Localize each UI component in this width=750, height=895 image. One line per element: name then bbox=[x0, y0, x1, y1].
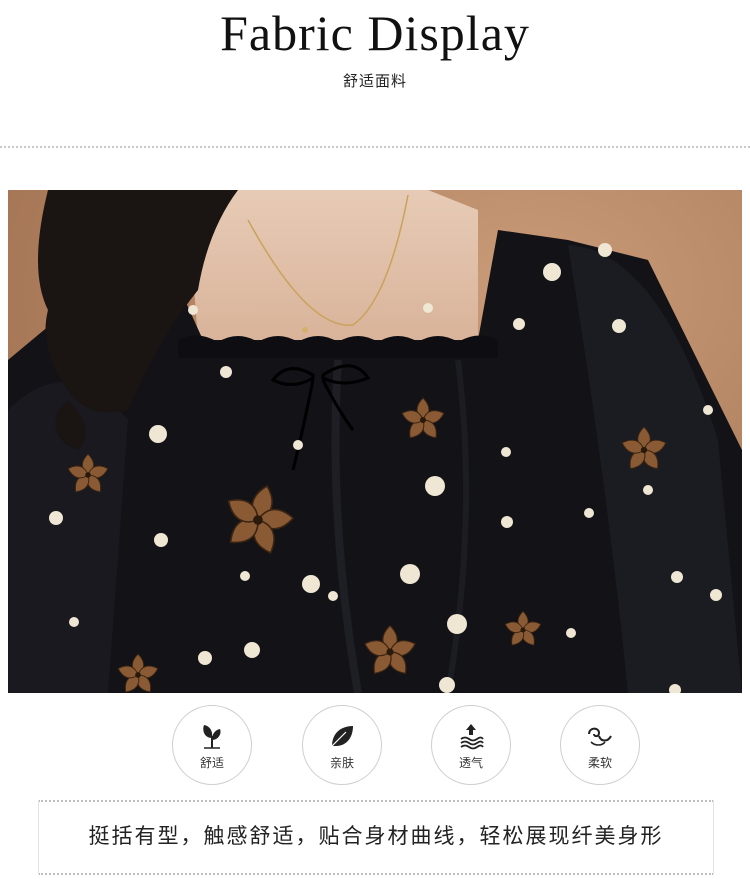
feature-breathable: 透气 bbox=[431, 705, 511, 785]
page-title: Fabric Display bbox=[220, 5, 530, 61]
leaf-icon bbox=[331, 725, 353, 746]
airflow-arrow-icon bbox=[460, 723, 484, 749]
feature-icons-row: 舒适 亲肤 透气 柔软 bbox=[0, 705, 750, 785]
feature-comfort-label: 舒适 bbox=[199, 755, 224, 770]
soft-swirl-icon bbox=[588, 727, 612, 746]
description-top-border bbox=[38, 800, 714, 802]
dotted-divider bbox=[0, 146, 750, 148]
feature-soft: 柔软 bbox=[560, 705, 640, 785]
fabric-photo-illustration bbox=[8, 190, 742, 693]
feature-skin-friendly: 亲肤 bbox=[302, 705, 382, 785]
description-bottom-border bbox=[38, 873, 714, 875]
leaf-sprout-icon bbox=[203, 724, 221, 749]
feature-comfort: 舒适 bbox=[172, 705, 252, 785]
feature-skin-friendly-label: 亲肤 bbox=[329, 755, 354, 770]
description-text: 挺括有型，触感舒适，贴合身材曲线，轻松展现纤美身形 bbox=[88, 824, 664, 848]
fabric-photo bbox=[8, 190, 742, 693]
feature-soft-label: 柔软 bbox=[587, 755, 612, 770]
feature-breathable-label: 透气 bbox=[458, 755, 483, 770]
description-box: 挺括有型，触感舒适，贴合身材曲线，轻松展现纤美身形 bbox=[38, 800, 714, 875]
page-subtitle: 舒适面料 bbox=[342, 72, 407, 90]
